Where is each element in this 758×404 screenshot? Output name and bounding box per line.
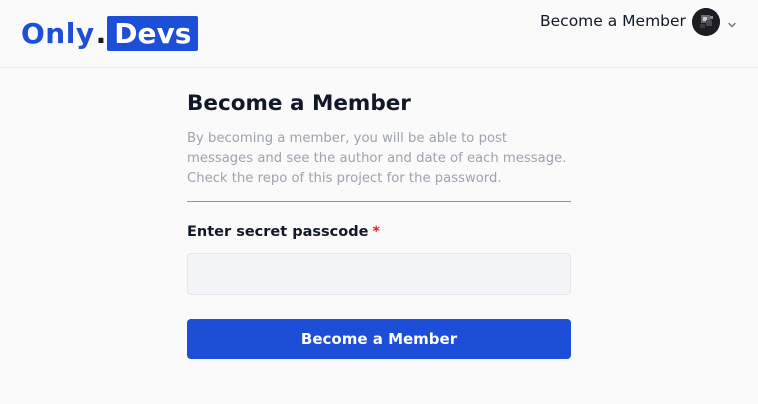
brand-devs: Devs xyxy=(107,15,199,51)
chevron-down-icon[interactable] xyxy=(727,15,737,28)
brand-dot: . xyxy=(95,16,107,50)
form-description: By becoming a member, you will be able t… xyxy=(187,131,567,186)
passcode-label: Enter secret passcode * xyxy=(187,222,571,242)
user-avatar-icon[interactable] xyxy=(692,8,720,36)
passcode-label-text: Enter secret passcode xyxy=(187,224,369,240)
become-member-button[interactable]: Become a Member xyxy=(187,319,571,359)
membership-form: Become a Member By becoming a member, yo… xyxy=(187,88,571,359)
divider xyxy=(187,201,571,202)
passcode-input[interactable] xyxy=(187,253,571,295)
brand-only: Only xyxy=(21,16,95,50)
become-member-nav-link[interactable]: Become a Member xyxy=(540,10,686,32)
required-mark: * xyxy=(372,224,381,240)
brand-logo[interactable]: Only. Devs xyxy=(21,15,199,51)
top-nav: Only. Devs Become a Member xyxy=(0,0,758,68)
page-title: Become a Member xyxy=(187,91,411,116)
